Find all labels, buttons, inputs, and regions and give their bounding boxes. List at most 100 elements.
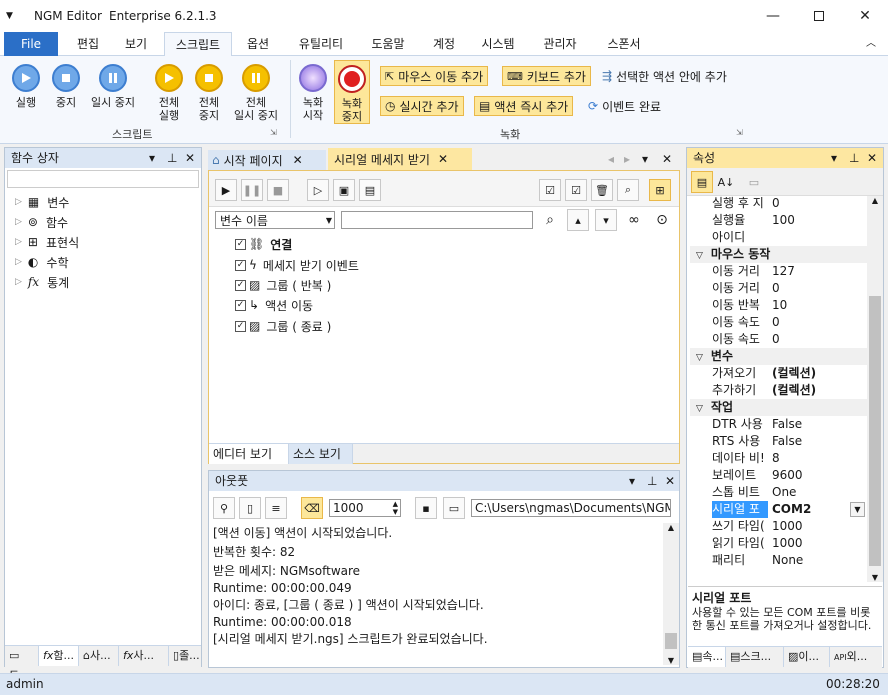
action-item[interactable]: ✓ ϟ 메세지 받기 이벤트 xyxy=(235,256,359,274)
tab-start-page[interactable]: ⌂ 시작 페이지 ✕ xyxy=(208,150,326,170)
filter-type-select[interactable]: 변수 이름 ▼ xyxy=(215,211,335,229)
checkbox[interactable]: ✓ xyxy=(235,299,246,311)
log-file-icon[interactable]: ▯ xyxy=(239,497,261,519)
tree-item-math[interactable]: ▷ ◐ 수학 xyxy=(15,252,69,272)
categorized-icon[interactable]: ▤ xyxy=(691,171,713,193)
checkbox[interactable]: ✓ xyxy=(235,259,246,271)
close-icon[interactable]: ✕ xyxy=(867,148,877,168)
stepper-arrows-icon[interactable]: ▲ ▼ xyxy=(393,500,398,516)
collapse-icon[interactable]: ▽ xyxy=(696,353,703,363)
tab-source-view[interactable]: 소스 보기 xyxy=(289,444,353,464)
collapse-icon[interactable]: ▽ xyxy=(696,251,703,261)
property-row[interactable]: 스톱 비트 One xyxy=(690,484,868,501)
action-item[interactable]: ✓ ↳ 액션 이동 xyxy=(235,296,313,314)
tab-view[interactable]: 보기 xyxy=(112,32,160,56)
property-row[interactable]: 이동 거리 0 xyxy=(690,280,868,297)
check-selected-icon[interactable]: ☑ xyxy=(565,179,587,201)
log-count-stepper[interactable]: 1000 ▲ ▼ xyxy=(329,499,401,517)
pin-icon[interactable]: ⊥ xyxy=(167,148,177,168)
action-item[interactable]: ✓ ⛓ 연결 xyxy=(235,235,292,253)
stop-button[interactable]: 중지 xyxy=(48,64,84,109)
folder-icon[interactable]: ▭ xyxy=(443,497,465,519)
property-row[interactable]: RTS 사용 False xyxy=(690,433,868,450)
tab-system[interactable]: 시스템 xyxy=(472,32,524,56)
panel-menu-icon[interactable]: ▾ xyxy=(149,148,155,168)
zoom-icon[interactable]: ⌕ xyxy=(617,179,639,201)
minimize-button[interactable]: — xyxy=(750,0,796,32)
move-down-icon[interactable]: ▾ xyxy=(595,209,617,231)
list-icon[interactable]: ≡ xyxy=(265,497,287,519)
property-row[interactable]: 데이타 비! 8 xyxy=(690,450,868,467)
action-item[interactable]: ✓ ▨ 그룹 ( 종료 ) xyxy=(235,317,331,335)
property-row[interactable]: 이동 거리 127 xyxy=(690,263,868,280)
tabs-menu-icon[interactable]: ▾ xyxy=(642,152,648,166)
checkbox[interactable]: ✓ xyxy=(235,238,246,250)
tab-script-explorer[interactable]: ▤스크... xyxy=(726,647,784,667)
close-tab-icon[interactable]: ✕ xyxy=(293,153,303,167)
property-row[interactable]: 추가하기 (컬렉션) xyxy=(690,382,868,399)
property-row[interactable]: 실행율 100 xyxy=(690,212,868,229)
scroll-thumb[interactable] xyxy=(869,296,881,566)
clear-format-icon[interactable]: ⚲ xyxy=(213,497,235,519)
maximize-button[interactable] xyxy=(796,0,842,32)
tab-properties[interactable]: ▤속... xyxy=(688,647,726,667)
close-tab-icon[interactable]: ✕ xyxy=(438,152,448,166)
more-icon[interactable]: ⊙ xyxy=(651,209,673,231)
tab-script[interactable]: 스크립트 xyxy=(164,32,232,57)
property-row[interactable]: 실행 후 지0 xyxy=(690,195,868,212)
close-icon[interactable]: ✕ xyxy=(665,471,675,491)
properties-scrollbar[interactable]: ▲ ▼ xyxy=(867,196,883,582)
group-record-launcher-icon[interactable]: ⇲ xyxy=(736,128,743,137)
panel-menu-icon[interactable]: ▾ xyxy=(629,471,635,491)
pause-icon[interactable]: ❚❚ xyxy=(241,179,263,201)
add-realtime-button[interactable]: ◷ 실시간 추가 xyxy=(380,96,464,116)
tab-help[interactable]: 도움말 xyxy=(362,32,414,56)
function-search-input[interactable] xyxy=(7,170,199,188)
run-button[interactable]: 실행 xyxy=(8,64,44,109)
property-row[interactable]: 보레이트 9600 xyxy=(690,467,868,484)
sort-alpha-icon[interactable]: A↓ xyxy=(715,171,737,193)
property-row-selected[interactable]: 시리얼 포 COM2 ▼ xyxy=(690,501,868,518)
close-icon[interactable]: ✕ xyxy=(185,148,195,168)
property-row[interactable]: 가져오기 (컬렉션) xyxy=(690,365,868,382)
tab-options[interactable]: 옵션 xyxy=(236,32,280,56)
pin-icon[interactable]: ⊥ xyxy=(849,148,859,168)
close-document-icon[interactable]: ✕ xyxy=(662,152,672,166)
property-row[interactable]: DTR 사용 False xyxy=(690,416,868,433)
filter-input[interactable] xyxy=(341,211,533,229)
tab-favorites[interactable]: ▯졸... xyxy=(169,646,201,666)
dropdown-button[interactable]: ▼ xyxy=(850,502,865,517)
add-instant-action-button[interactable]: ▤ 액션 즉시 추가 xyxy=(474,96,574,116)
tab-images[interactable]: ▨이... xyxy=(784,647,830,667)
search-icon[interactable]: ⌕ xyxy=(539,209,561,231)
group-script-launcher-icon[interactable]: ⇲ xyxy=(270,128,277,137)
tab-account[interactable]: 계정 xyxy=(424,32,464,56)
add-keyboard-button[interactable]: ⌨ 키보드 추가 xyxy=(502,66,591,86)
close-window-button[interactable]: ✕ xyxy=(842,0,888,32)
tab-editor-view[interactable]: 에디터 보기 xyxy=(209,444,289,464)
checkbox[interactable]: ✓ xyxy=(235,279,246,291)
window-menu-icon[interactable]: ▼ xyxy=(6,11,13,21)
run-icon[interactable]: ▶ xyxy=(215,179,237,201)
tab-file[interactable]: File xyxy=(4,32,58,56)
tab-sponsor[interactable]: 스폰서 xyxy=(596,32,652,56)
stop-all-button[interactable]: 전체 중지 xyxy=(190,64,228,122)
eraser-icon[interactable]: ⌫ xyxy=(301,497,323,519)
property-category-variables[interactable]: ▽ 변수 xyxy=(690,348,868,365)
add-in-selected-action-button[interactable]: ⇶ 선택한 액션 안에 추가 xyxy=(598,66,731,86)
output-scrollbar[interactable]: ▲ ▼ xyxy=(663,523,679,665)
pin-icon[interactable]: ⊥ xyxy=(647,471,657,491)
property-row[interactable]: 패리티 None xyxy=(690,552,868,569)
loop-icon[interactable]: ∞ xyxy=(623,209,645,231)
stop-icon[interactable]: ■ xyxy=(267,179,289,201)
property-row[interactable]: 이동 속도 0 xyxy=(690,314,868,331)
move-up-icon[interactable]: ▴ xyxy=(567,209,589,231)
run-all-button[interactable]: 전체 실행 xyxy=(150,64,188,122)
collapse-icon[interactable]: ▽ xyxy=(696,404,703,414)
tree-item-variables[interactable]: ▷ ▦ 변수 xyxy=(15,192,69,212)
save-icon[interactable]: ▪ xyxy=(415,497,437,519)
property-row[interactable]: 아이디 xyxy=(690,229,868,246)
tree-item-statistics[interactable]: ▷ fx 통계 xyxy=(15,272,69,292)
tab-user-function[interactable]: fx사... xyxy=(119,646,169,666)
pause-button[interactable]: 일시 중지 xyxy=(86,64,140,109)
